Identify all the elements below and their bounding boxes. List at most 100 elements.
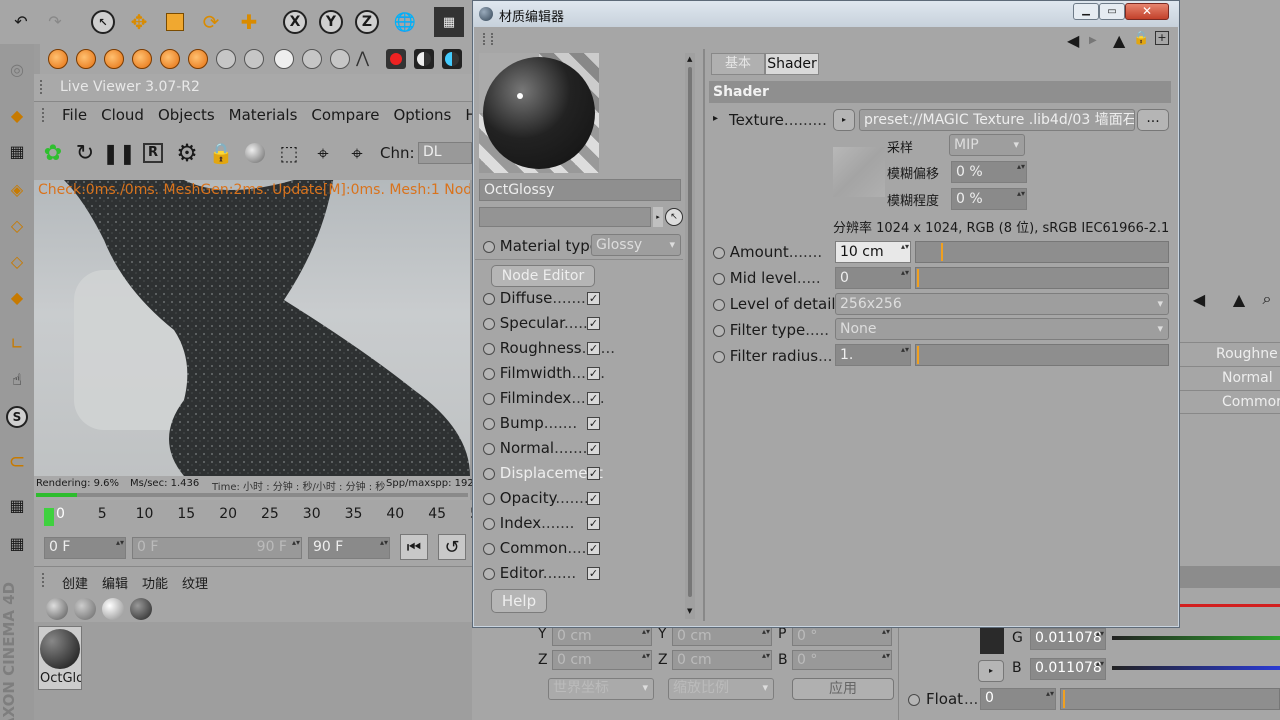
menu-compare[interactable]: Compare xyxy=(311,106,379,124)
move-tool-icon[interactable]: ✥ xyxy=(124,7,154,37)
settings-gear-icon[interactable]: ⚙ xyxy=(172,138,202,168)
radio-icon[interactable] xyxy=(483,442,495,455)
camera-icon[interactable] xyxy=(330,49,350,69)
material-type-select[interactable]: Glossy xyxy=(591,234,681,256)
amount-slider[interactable] xyxy=(915,241,1169,263)
radio-icon[interactable] xyxy=(483,367,495,380)
radio-icon[interactable] xyxy=(713,350,725,363)
expand-arrow-icon[interactable]: ▸ xyxy=(713,113,718,124)
radio-icon[interactable] xyxy=(713,298,725,311)
render-view-icon[interactable]: ▦ xyxy=(434,7,464,37)
menu-options[interactable]: Options xyxy=(393,106,451,124)
nurbs-icon[interactable] xyxy=(216,49,236,69)
grip-icon[interactable] xyxy=(483,33,493,45)
material-sphere-icon[interactable] xyxy=(102,598,124,620)
menu-materials[interactable]: Materials xyxy=(229,106,298,124)
lod-select[interactable]: 256x256 xyxy=(835,293,1169,315)
select-tool-icon[interactable]: ↖ xyxy=(88,7,118,37)
rotate-tool-icon[interactable]: ⟳ xyxy=(196,7,226,37)
edit-render-settings-icon[interactable] xyxy=(132,49,152,69)
material-sphere-icon[interactable] xyxy=(74,598,96,620)
blur-offset-field[interactable]: 0 % xyxy=(951,161,1027,183)
enable-checkbox[interactable]: ✓ xyxy=(587,492,600,505)
character-icon[interactable]: ⋀ xyxy=(356,48,369,67)
header-roughness[interactable]: Roughne xyxy=(1180,342,1280,366)
pos-z-field[interactable]: 0 cm xyxy=(552,650,652,670)
grip-icon[interactable] xyxy=(42,573,48,587)
rot-b-field[interactable]: 0 ° xyxy=(792,650,892,670)
nav-forward-icon[interactable]: ▶ xyxy=(1089,35,1097,46)
radio-icon[interactable] xyxy=(713,272,725,285)
minimize-icon[interactable]: ▁ xyxy=(1073,3,1099,20)
environment-icon[interactable] xyxy=(302,49,322,69)
channel-row-bump[interactable]: Bump....... ✓ xyxy=(483,414,683,436)
enable-checkbox[interactable]: ✓ xyxy=(587,567,600,580)
workplane-icon[interactable]: ◈ xyxy=(2,174,32,204)
radio-icon[interactable] xyxy=(713,324,725,337)
grid-icon[interactable]: ▦ xyxy=(2,528,32,558)
enable-checkbox[interactable]: ✓ xyxy=(587,417,600,430)
left-scrollbar[interactable]: ▲ ▼ xyxy=(685,53,695,619)
channel-row-roughness[interactable]: Roughness.......✓ xyxy=(483,339,683,361)
octane-shader-icon[interactable] xyxy=(442,49,462,69)
menu-edit[interactable]: 编辑 xyxy=(102,573,128,592)
magnet-icon[interactable]: ⊂ xyxy=(2,446,32,476)
octane-material-icon[interactable] xyxy=(414,49,434,69)
grip-icon[interactable] xyxy=(42,108,48,122)
enable-checkbox[interactable]: ✓ xyxy=(587,467,600,480)
scale-select[interactable]: 缩放比例 xyxy=(668,678,774,700)
material-link-field[interactable] xyxy=(479,207,651,227)
scrollbar-thumb[interactable] xyxy=(688,67,692,597)
tab-basic[interactable]: 基本 xyxy=(711,53,765,75)
filter-radius-slider[interactable] xyxy=(915,344,1169,366)
render-icon[interactable] xyxy=(48,49,68,69)
menu-create[interactable]: 创建 xyxy=(62,573,88,592)
g-gradient-slider[interactable] xyxy=(1112,636,1280,640)
cube-icon[interactable] xyxy=(160,49,180,69)
float-radio[interactable] xyxy=(908,692,920,708)
object-mode-icon[interactable]: ◆ xyxy=(2,100,32,130)
enable-checkbox[interactable]: ✓ xyxy=(587,392,600,405)
nav-back-icon[interactable]: ◀ xyxy=(1067,31,1079,50)
radio-icon[interactable] xyxy=(483,542,495,555)
render-viewport[interactable]: Check:0ms./0ms. MeshGen:2ms. Update[M]:0… xyxy=(34,180,470,476)
float-slider[interactable] xyxy=(1060,688,1280,710)
filter-radius-field[interactable]: 1. xyxy=(835,344,911,366)
enable-checkbox[interactable]: ✓ xyxy=(587,517,600,530)
up-arrow-icon[interactable]: ▲ xyxy=(1224,284,1254,314)
current-frame-field[interactable]: 0 F xyxy=(44,537,126,559)
material-thumbnail[interactable]: OctGlo xyxy=(38,626,82,690)
b-value-field[interactable]: 0.011078 xyxy=(1030,658,1106,680)
edges-mode-icon[interactable]: ◇ xyxy=(2,246,32,276)
dialog-titlebar[interactable]: 材质编辑器 ▁ ▭ ✕ xyxy=(473,1,1179,27)
end-frame-field[interactable]: 90 F xyxy=(308,537,390,559)
float-value-field[interactable]: 0 xyxy=(980,688,1056,710)
link-arrow-icon[interactable]: ▸ xyxy=(653,207,663,227)
start-render-icon[interactable]: ✿ xyxy=(38,138,68,168)
channel-row-filmindex[interactable]: Filmindex.......✓ xyxy=(483,389,683,411)
size-z-field[interactable]: 0 cm xyxy=(672,650,772,670)
channel-row-normal[interactable]: Normal....... ✓ xyxy=(483,439,683,461)
polygons-mode-icon[interactable]: ◆ xyxy=(2,282,32,312)
menu-function[interactable]: 功能 xyxy=(142,573,168,592)
pick-icon[interactable]: ↖ xyxy=(665,208,683,226)
pause-render-icon[interactable]: ❚❚ xyxy=(102,138,136,168)
pick-focus-icon[interactable]: ⌖ xyxy=(308,138,338,168)
apply-button[interactable]: 应用 xyxy=(792,678,894,700)
header-common[interactable]: Commor xyxy=(1180,390,1280,414)
size-y-field[interactable]: 0 cm xyxy=(672,626,772,646)
radio-icon[interactable] xyxy=(483,417,495,430)
grip-icon[interactable] xyxy=(40,80,48,94)
world-coords-select[interactable]: 世界坐标 xyxy=(548,678,654,700)
radio-icon[interactable] xyxy=(483,392,495,405)
restart-render-icon[interactable]: ↻ xyxy=(70,138,100,168)
timeline-ruler[interactable]: 05101520253035404550 xyxy=(34,500,488,530)
playhead[interactable] xyxy=(44,508,54,526)
render-picture-icon[interactable] xyxy=(104,49,124,69)
channel-row-editor[interactable]: Editor....... ✓ xyxy=(483,564,683,586)
frame-range-slider[interactable]: 0 F 90 F xyxy=(132,537,302,559)
render-region-icon[interactable] xyxy=(76,49,96,69)
header-normal[interactable]: Normal xyxy=(1180,366,1280,390)
array-icon[interactable] xyxy=(244,49,264,69)
material-preview-icon[interactable] xyxy=(240,138,270,168)
